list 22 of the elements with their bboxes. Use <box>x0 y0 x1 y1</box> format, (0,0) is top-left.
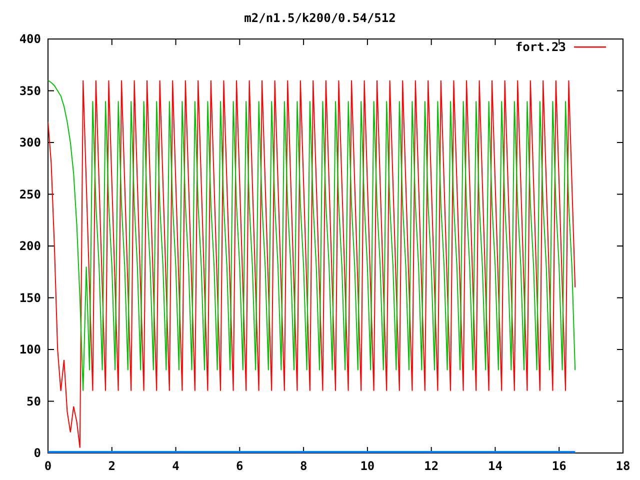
axis-tick-label: 50 <box>26 394 41 408</box>
axis-tick-label: 14 <box>488 459 502 473</box>
axis-tick-label: 4 <box>172 459 180 473</box>
chart-title: m2/n1.5/k200/0.54/512 <box>244 11 396 25</box>
axis-tick-label: 12 <box>424 459 439 473</box>
axis-tick-label: 400 <box>19 32 41 46</box>
axis-tick-label: 0 <box>44 459 52 473</box>
axis-tick-label: 250 <box>19 187 41 202</box>
axis-tick-label: 18 <box>616 459 630 473</box>
axis-tick-label: 10 <box>360 459 375 473</box>
axis-tick-label: 2 <box>108 459 116 473</box>
axis-tick-label: 0 <box>34 446 41 460</box>
legend-line <box>574 46 606 48</box>
axis-tick-label: 200 <box>19 239 41 253</box>
axis-tick-label: 100 <box>19 342 41 356</box>
axis-tick-label: 150 <box>19 290 41 305</box>
axis-tick-label: 16 <box>552 459 566 473</box>
axis-tick-label: 6 <box>236 459 244 473</box>
axis-tick-label: 300 <box>19 136 41 150</box>
legend-label: fort.23 <box>515 40 566 54</box>
axis-tick-label: 8 <box>300 459 308 473</box>
axis-tick-label: 350 <box>19 84 41 98</box>
